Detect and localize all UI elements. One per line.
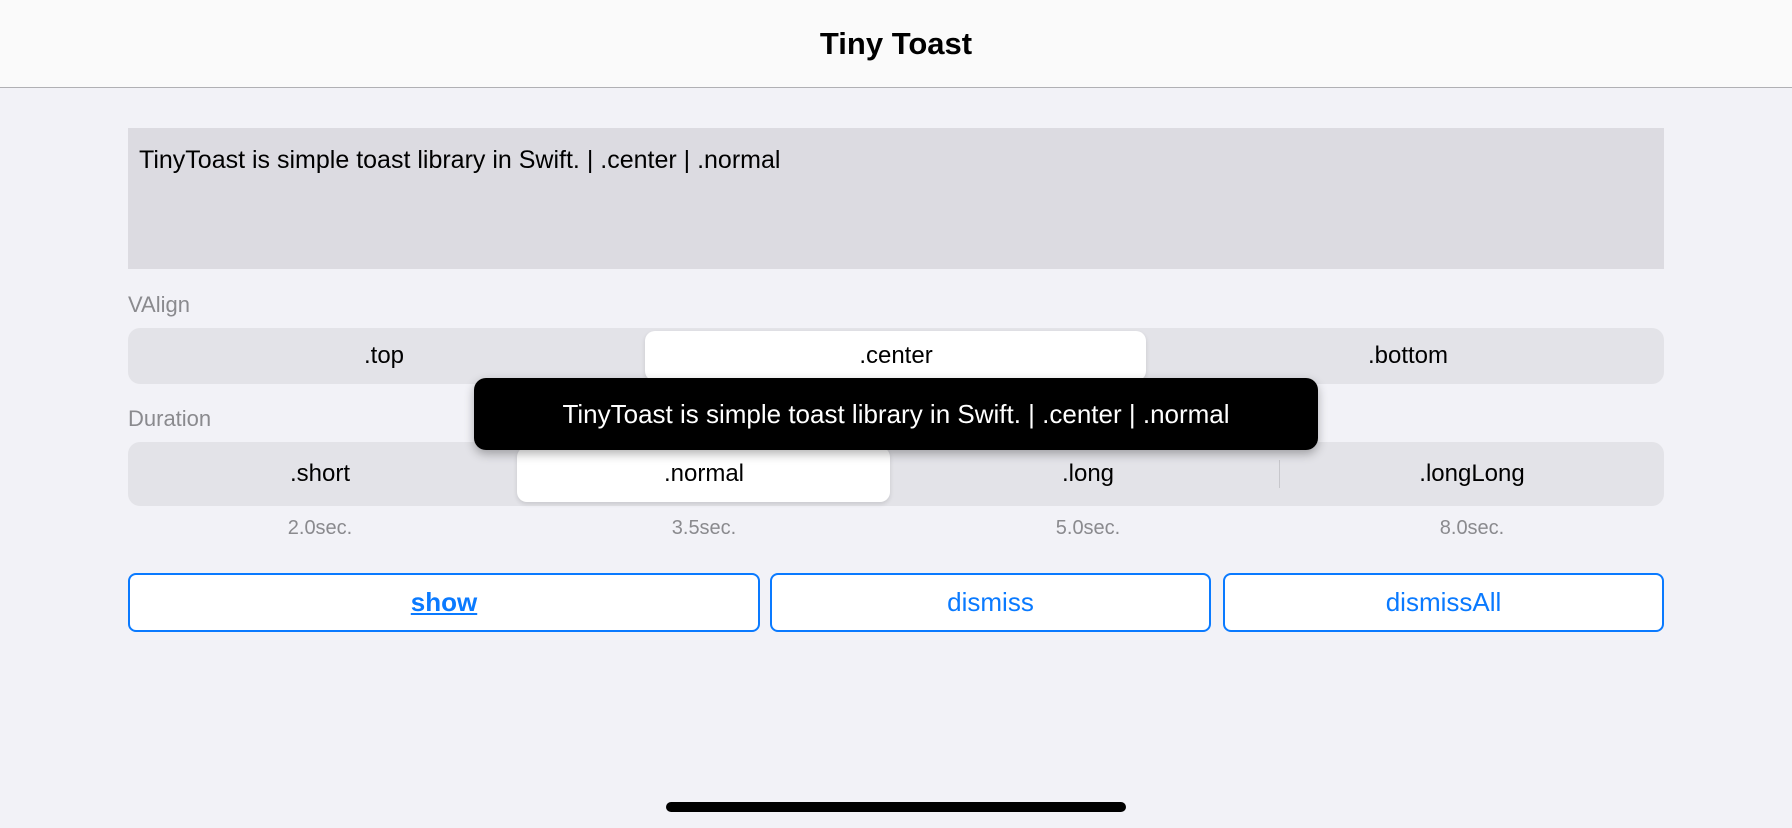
duration-seconds-label: 3.5sec. xyxy=(671,517,737,539)
segment-longlong[interactable]: .longLong xyxy=(1280,442,1664,506)
valign-label: VAlign xyxy=(128,292,190,317)
segment-bottom[interactable]: .bottom xyxy=(1152,328,1664,384)
segment-normal[interactable]: .normal xyxy=(512,442,896,506)
segment-center[interactable]: .center xyxy=(640,328,1152,384)
home-indicator[interactable] xyxy=(666,802,1126,812)
show-button[interactable]: show xyxy=(128,573,760,632)
duration-segmented-control[interactable]: .short .normal .long .longLong xyxy=(128,442,1664,506)
message-text-view[interactable]: TinyToast is simple toast library in Swi… xyxy=(128,128,1664,269)
valign-segmented-control[interactable]: .top .center .bottom xyxy=(128,328,1664,384)
segment-short[interactable]: .short xyxy=(128,442,512,506)
duration-seconds-label: 2.0sec. xyxy=(287,517,353,539)
segment-top[interactable]: .top xyxy=(128,328,640,384)
segment-long[interactable]: .long xyxy=(896,442,1280,506)
dismiss-button[interactable]: dismiss xyxy=(770,573,1211,632)
toast: TinyToast is simple toast library in Swi… xyxy=(474,378,1318,450)
duration-label: Duration xyxy=(128,406,212,431)
navigation-bar: Tiny Toast xyxy=(0,0,1792,88)
page-title: Tiny Toast xyxy=(819,25,973,61)
dismiss-all-button[interactable]: dismissAll xyxy=(1223,573,1664,632)
duration-seconds-label: 8.0sec. xyxy=(1439,517,1505,539)
duration-seconds-label: 5.0sec. xyxy=(1055,517,1121,539)
